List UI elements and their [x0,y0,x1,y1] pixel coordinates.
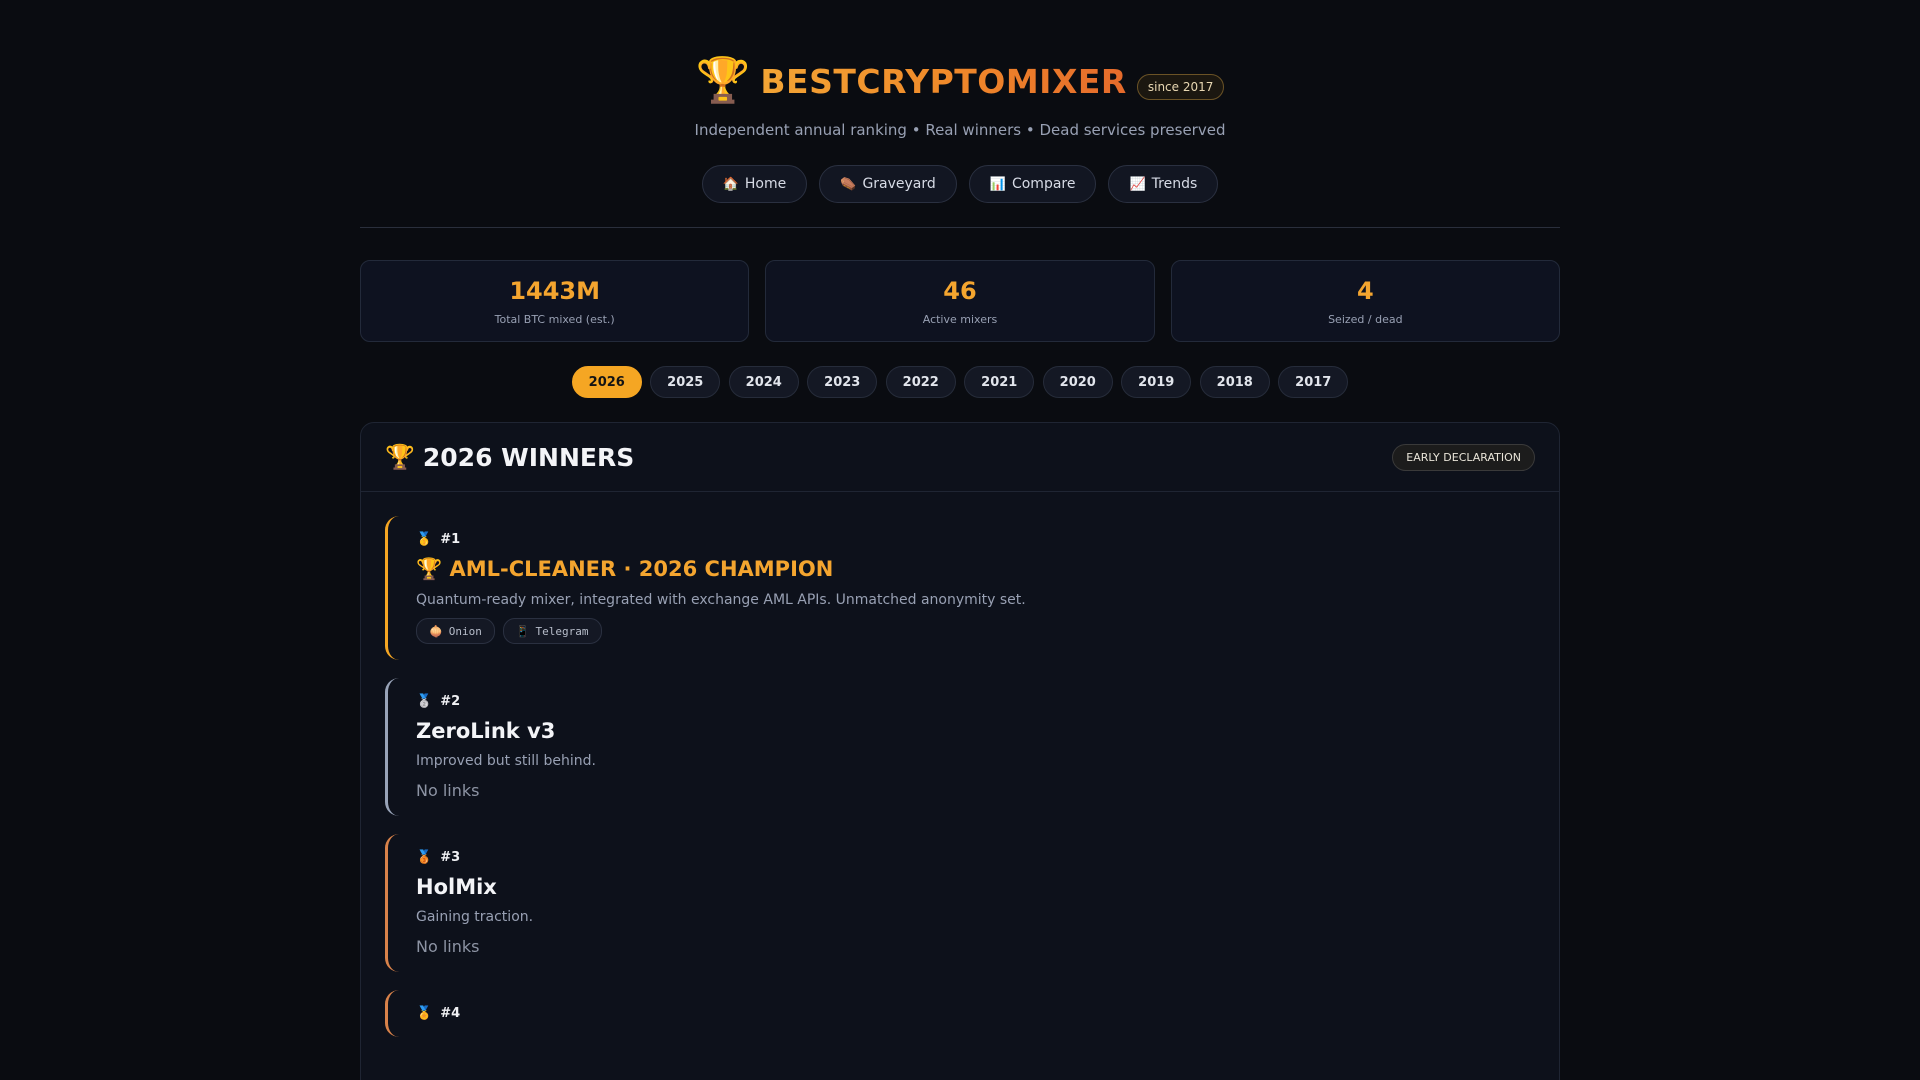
brand-row: 🏆 BESTCRYPTOMIXER since 2017 [360,0,1560,108]
winner-entry: 🥉 #3 HolMix Gaining traction. No links [385,834,1535,972]
stat-card-active-mixers: 46 Active mixers [765,260,1155,342]
rank-number: #2 [440,694,461,709]
rank-row: 🥈 #2 [416,694,1535,709]
onion-icon: 🧅 [429,624,443,638]
trend-chart-icon: 📈 [1129,176,1146,192]
header-divider [360,227,1560,228]
trophy-icon: 🏆 [385,443,415,471]
winner-entry: 🏅 #4 [385,990,1535,1037]
stat-label: Active mixers [922,312,998,326]
nav-trends-button[interactable]: 📈 Trends [1108,165,1219,203]
link-label: Telegram [535,624,589,638]
year-tab-2023[interactable]: 2023 [807,366,878,398]
rank-row: 🥉 #3 [416,850,1535,865]
winners-title: 🏆 2026 WINNERS [385,443,634,472]
stat-label: Seized / dead [1328,312,1403,326]
gold-medal-icon: 🥇 [416,532,433,547]
onion-link[interactable]: 🧅 Onion [416,618,495,644]
nav-label: Trends [1151,176,1198,192]
winners-header: 🏆 2026 WINNERS EARLY DECLARATION [361,423,1559,492]
stat-label: Total BTC mixed (est.) [494,312,615,326]
stat-card-total-btc: 1443M Total BTC mixed (est.) [360,260,750,342]
page: 🏆 BESTCRYPTOMIXER since 2017 Independent… [360,0,1560,1080]
year-tab-2021[interactable]: 2021 [964,366,1035,398]
mixer-description: Improved but still behind. [416,753,596,769]
mixer-name[interactable]: 🏆 AML-CLEANER · 2026 CHAMPION [416,557,1535,582]
bar-chart-icon: 📊 [989,176,1006,192]
mixer-description: Gaining traction. [416,909,534,925]
stats-row: 1443M Total BTC mixed (est.) 46 Active m… [360,260,1560,342]
main-nav: 🏠 Home ⚰️ Graveyard 📊 Compare 📈 Trends [360,165,1560,203]
mixer-name[interactable]: HolMix [416,875,1535,899]
year-selector: 2026 2025 2024 2023 2022 2021 2020 2019 … [360,366,1560,398]
winners-panel: 🏆 2026 WINNERS EARLY DECLARATION 🥇 #1 🏆 … [360,422,1560,1080]
year-tab-2019[interactable]: 2019 [1121,366,1192,398]
medal-icon: 🏅 [416,1006,433,1021]
mixer-description: Quantum-ready mixer, integrated with exc… [416,592,1026,608]
year-tab-2026[interactable]: 2026 [571,366,642,398]
winners-list: 🥇 #1 🏆 AML-CLEANER · 2026 CHAMPION Quant… [361,492,1559,1037]
winner-entry: 🥈 #2 ZeroLink v3 Improved but still behi… [385,678,1535,816]
winner-entry: 🥇 #1 🏆 AML-CLEANER · 2026 CHAMPION Quant… [385,516,1535,660]
home-icon: 🏠 [722,176,739,192]
year-tab-2017[interactable]: 2017 [1278,366,1349,398]
nav-label: Home [744,176,787,192]
mixer-links: 🧅 Onion 📱 Telegram [416,618,1535,644]
nav-compare-button[interactable]: 📊 Compare [968,165,1097,203]
rank-number: #1 [440,532,461,547]
rank-number: #4 [440,1006,461,1021]
silver-medal-icon: 🥈 [416,694,433,709]
stat-value: 46 [943,276,977,305]
site-logo[interactable]: BESTCRYPTOMIXER [760,62,1126,101]
nav-label: Compare [1011,176,1076,192]
bronze-medal-icon: 🥉 [416,850,433,865]
trophy-icon: 🏆 [695,55,751,106]
stat-value: 1443M [509,276,600,305]
tagline: Independent annual ranking • Real winner… [694,121,1226,139]
coffin-icon: ⚰️ [840,176,857,192]
year-tab-2020[interactable]: 2020 [1042,366,1113,398]
no-links-text: No links [416,937,480,956]
year-tab-2025[interactable]: 2025 [650,366,721,398]
year-tab-2022[interactable]: 2022 [885,366,956,398]
rank-row: 🥇 #1 [416,532,1535,547]
nav-graveyard-button[interactable]: ⚰️ Graveyard [819,165,957,203]
phone-icon: 📱 [515,624,530,638]
winners-title-text: 2026 WINNERS [422,442,635,472]
mixer-name[interactable]: ZeroLink v3 [416,719,1535,743]
telegram-link[interactable]: 📱 Telegram [502,618,602,644]
rank-row: 🏅 #4 [416,1006,1535,1021]
stat-value: 4 [1356,276,1374,305]
early-declaration-badge: EARLY DECLARATION [1392,443,1535,471]
year-tab-2024[interactable]: 2024 [728,366,799,398]
nav-label: Graveyard [862,176,936,192]
year-tab-2018[interactable]: 2018 [1199,366,1270,398]
nav-home-button[interactable]: 🏠 Home [701,165,808,203]
since-badge: since 2017 [1136,74,1225,100]
rank-number: #3 [440,850,461,865]
link-label: Onion [448,624,482,638]
stat-card-seized-dead: 4 Seized / dead [1170,260,1560,342]
no-links-text: No links [416,781,480,800]
